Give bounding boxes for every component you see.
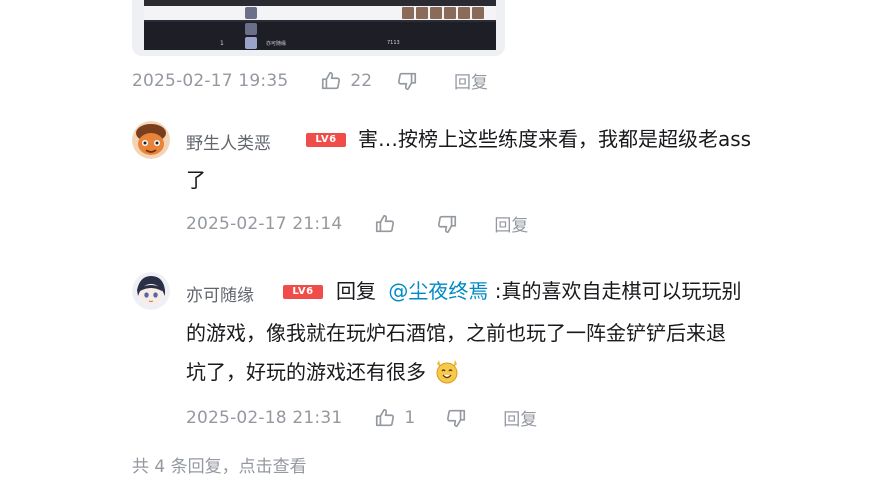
leaderboard-heroes [402, 7, 484, 19]
leaderboard-row [144, 6, 496, 20]
comment-text-continued: 了 [186, 162, 206, 198]
reply-button[interactable]: 回复 [494, 211, 528, 236]
reply-button[interactable]: 回复 [454, 68, 488, 93]
thumb-down-icon[interactable] [436, 213, 458, 235]
username[interactable]: 亦可随缘 [186, 281, 254, 306]
like-count: 22 [350, 70, 373, 91]
view-all-replies-link[interactable]: 共 4 条回复，点击查看 [132, 452, 307, 477]
avatar[interactable] [132, 272, 170, 310]
embedded-leaderboard-image[interactable]: 5 6415 1 亦可随缘 7113 [132, 0, 505, 56]
comment-text-line: 害…按榜上这些练度来看，我都是超级老ass [358, 127, 752, 151]
comment-text-continued: 的游戏，像我就在玩炉石酒馆，之前也玩了一阵金铲铲后来退 [186, 315, 726, 351]
comment-meta: 2025-02-17 21:14 回复 [186, 211, 528, 237]
thumb-up-icon[interactable] [374, 407, 396, 429]
leaderboard-avatar [245, 7, 257, 19]
reply-button[interactable]: 回复 [503, 405, 537, 430]
leaderboard-row [144, 22, 496, 36]
leaderboard-name: 亦可随缘 [266, 40, 287, 47]
comment-text-line: 的游戏，像我就在玩炉石酒馆，之前也玩了一阵金铲铲后来退 [186, 321, 726, 345]
thumb-down-icon[interactable] [396, 70, 418, 92]
comment-date: 2025-02-18 21:31 [186, 407, 343, 428]
comment-text: 害…按榜上这些练度来看，我都是超级老ass [358, 121, 751, 157]
like-count: 1 [404, 407, 416, 428]
thumb-down-icon[interactable] [445, 407, 467, 429]
level-badge: LV6 [306, 133, 346, 147]
level-badge: LV6 [283, 285, 323, 299]
top-comment-meta: 2025-02-17 19:35 22 回复 [132, 68, 488, 94]
leaderboard-score: 7113 [387, 40, 400, 46]
leaderboard-avatar [245, 23, 257, 35]
thumb-up-icon[interactable] [320, 70, 342, 92]
comment-text-line: 坑了，好玩的游戏还有很多 [186, 360, 426, 384]
avatar[interactable] [132, 121, 170, 159]
comment-date: 2025-02-17 19:35 [132, 70, 289, 91]
comment-text-continued: 坑了，好玩的游戏还有很多 [186, 354, 460, 390]
leaderboard-row: 1 亦可随缘 7113 [144, 36, 496, 50]
leaderboard-table: 5 6415 1 亦可随缘 7113 [144, 0, 496, 50]
username[interactable]: 野生人类恶 [186, 129, 271, 154]
comment-text-line: :真的喜欢自走棋可以玩玩别 [494, 279, 742, 303]
mention-link[interactable]: @尘夜终焉 [388, 279, 488, 303]
smiling-cat-emoji-icon [434, 358, 460, 384]
thumb-up-icon[interactable] [374, 213, 396, 235]
leaderboard-avatar [245, 37, 257, 49]
leaderboard-rank: 1 [220, 39, 224, 47]
comment-text-line: 了 [186, 168, 206, 192]
comment-text: 回复 @尘夜终焉 :真的喜欢自走棋可以玩玩别 [336, 273, 741, 309]
comment-meta: 2025-02-18 21:31 1 回复 [186, 405, 537, 431]
reply-prefix: 回复 [336, 279, 376, 303]
comment-date: 2025-02-17 21:14 [186, 213, 343, 234]
